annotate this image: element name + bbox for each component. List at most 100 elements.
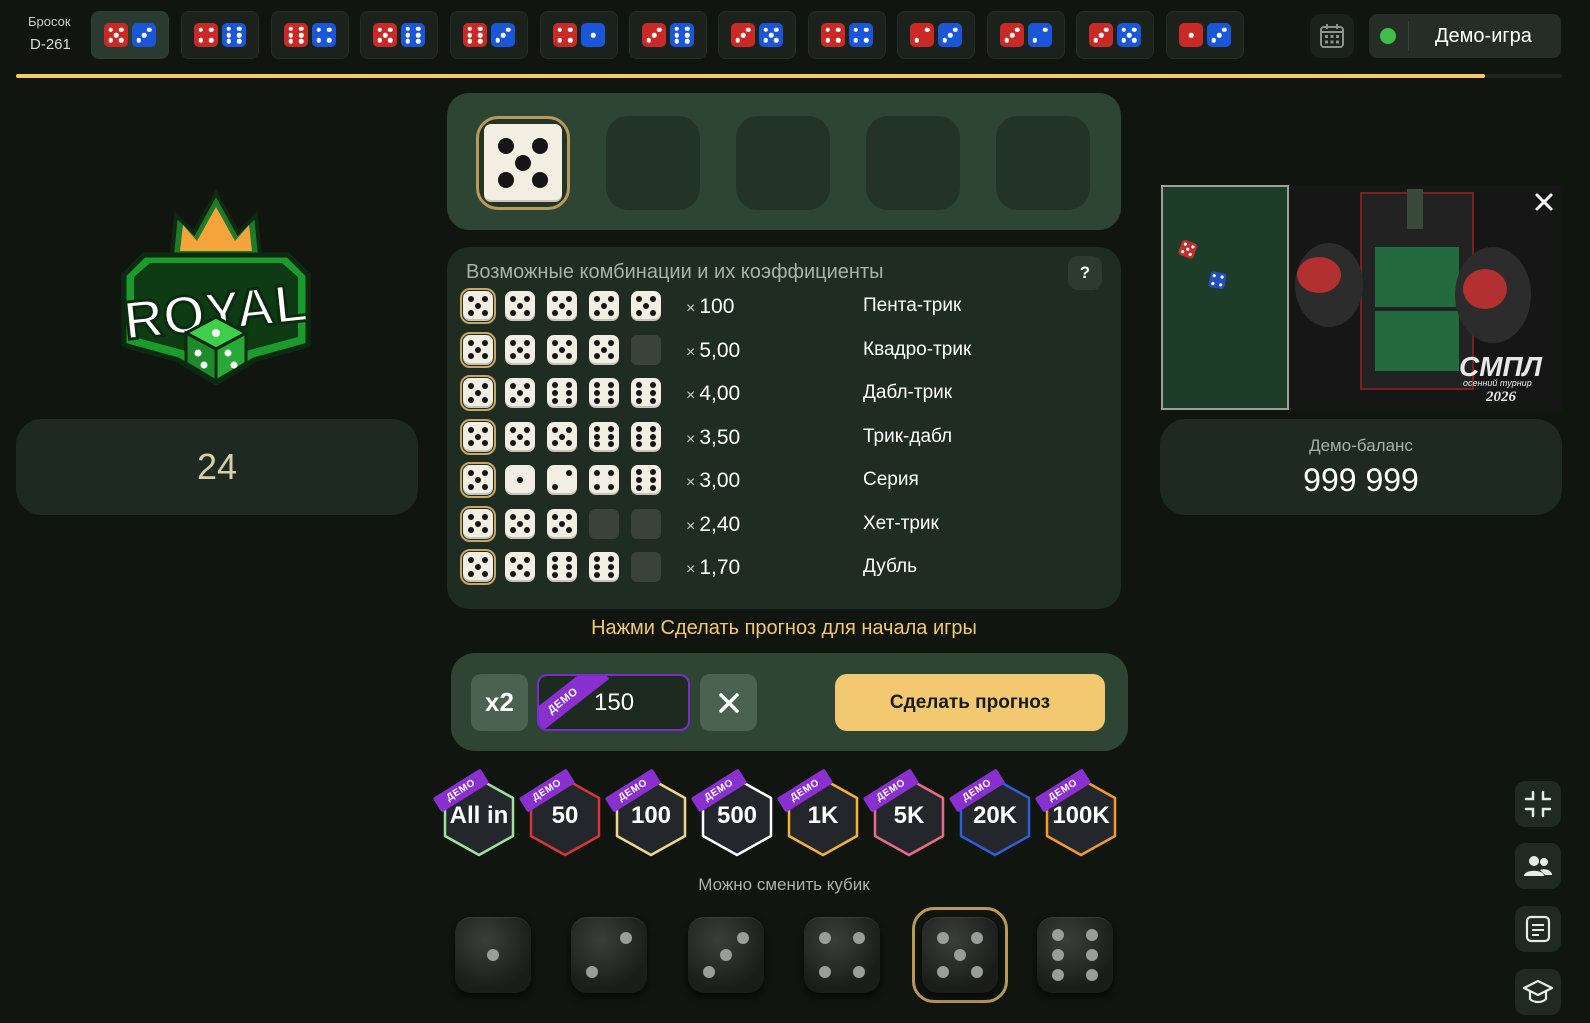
help-button[interactable]: ?	[1068, 256, 1102, 290]
rules-button[interactable]	[1515, 906, 1561, 952]
history-roll[interactable]	[808, 11, 886, 59]
collapse-icon	[1524, 790, 1552, 818]
die-face-6	[547, 552, 577, 582]
die-face-5	[589, 334, 619, 365]
die-face-5	[460, 375, 496, 411]
clear-bet-button[interactable]	[700, 674, 757, 731]
bet-amount-field[interactable]: ДЕМО	[537, 674, 690, 731]
red-die-icon	[1179, 23, 1203, 47]
video-year: 2026	[1486, 389, 1516, 405]
blue-die-icon	[581, 23, 605, 47]
die-option-3[interactable]	[688, 917, 764, 993]
empty-slot	[866, 116, 960, 210]
blue-die-icon	[312, 23, 336, 47]
times-icon: ×	[686, 387, 696, 404]
die-face-5	[460, 331, 496, 368]
bet-amount-input[interactable]	[539, 676, 688, 729]
die-face-6	[589, 378, 619, 408]
double-bet-button[interactable]: x2	[471, 674, 528, 731]
die-face-5	[547, 291, 577, 321]
die-face-6	[589, 421, 619, 452]
bet-chip[interactable]: ДЕМО 50	[518, 768, 603, 858]
graduation-cap-icon	[1522, 979, 1554, 1004]
bet-chip[interactable]: ДЕМО 100	[604, 768, 689, 858]
history-roll[interactable]	[629, 11, 707, 59]
calendar-button[interactable]	[1310, 14, 1354, 58]
multiplier-value: 3,50	[699, 425, 741, 449]
divider	[1408, 21, 1409, 51]
die-face-5	[505, 334, 535, 365]
blue-die-icon	[759, 23, 783, 47]
times-icon: ×	[686, 343, 696, 361]
multiplier-value: 1,70	[699, 556, 741, 579]
royal-logo: ROYAL	[114, 185, 318, 386]
combination-multiplier: × 1,70	[686, 556, 740, 580]
bet-chip[interactable]: ДЕМО 1K	[776, 768, 861, 858]
empty-slot	[606, 116, 700, 210]
history-roll[interactable]	[897, 11, 975, 59]
history-roll[interactable]	[91, 11, 169, 59]
combination-multiplier: × 100	[686, 295, 734, 319]
die-face-5	[589, 291, 619, 321]
bet-chip[interactable]: ДЕМО 5K	[862, 768, 947, 858]
empty-die-slot	[631, 508, 661, 539]
empty-slot	[736, 116, 830, 210]
times-icon: ×	[686, 561, 696, 578]
chip-value: All in	[449, 802, 509, 829]
tutorial-button[interactable]	[1515, 969, 1561, 1015]
combination-name: Дубль	[863, 556, 918, 577]
blue-die-icon	[222, 23, 246, 47]
history-roll[interactable]	[540, 11, 618, 59]
round-progress-bar	[16, 74, 1562, 78]
die-face-6	[547, 378, 577, 408]
bet-chip[interactable]: ДЕМО 100K	[1034, 768, 1119, 858]
die-face-4	[589, 465, 619, 495]
bet-chip[interactable]: ДЕМО 500	[690, 768, 775, 858]
die-option-6[interactable]	[1037, 917, 1113, 993]
start-hint: Нажми Сделать прогноз для начала игры	[591, 617, 977, 639]
history-roll[interactable]	[450, 11, 528, 59]
die-face-6	[1037, 917, 1113, 993]
bet-chip[interactable]: ДЕМО All in	[432, 768, 517, 858]
multiplier-value: 3,00	[699, 469, 741, 492]
die-face-5	[460, 549, 496, 585]
combination-name: Пента-трик	[863, 295, 962, 316]
history-roll[interactable]	[271, 11, 349, 59]
combinations-title: Возможные комбинации и их коэффициенты	[466, 261, 884, 283]
red-die-icon	[553, 23, 577, 47]
demo-game-button[interactable]: Демо-игра	[1369, 14, 1561, 58]
die-face-5	[484, 124, 562, 202]
chip-value: 50	[551, 802, 579, 829]
history-roll[interactable]	[1076, 11, 1154, 59]
history-roll[interactable]	[360, 11, 438, 59]
users-icon	[1524, 856, 1552, 876]
calendar-icon	[1320, 24, 1344, 48]
bet-chip[interactable]: ДЕМО 20K	[948, 768, 1033, 858]
die-option-2[interactable]	[571, 917, 647, 993]
make-prediction-button[interactable]: Сделать прогноз	[835, 674, 1105, 731]
blue-die-icon	[1028, 23, 1052, 47]
video-stream[interactable]: СМПЛ осенний турнир 2026	[1161, 185, 1562, 410]
rolled-die-slot	[476, 116, 570, 210]
combination-row: × 1,70 Дубль	[460, 549, 1103, 586]
collapse-button[interactable]	[1515, 781, 1561, 827]
players-button[interactable]	[1515, 843, 1561, 889]
combination-multiplier: × 4,00	[686, 382, 740, 406]
chip-value: 100	[630, 802, 672, 829]
history-roll[interactable]	[718, 11, 796, 59]
history-roll[interactable]	[181, 11, 259, 59]
combination-name: Хет-трик	[863, 512, 939, 534]
die-option-5[interactable]	[912, 907, 1008, 1003]
balance-value: 999 999	[1303, 462, 1419, 498]
history-roll[interactable]	[1166, 11, 1244, 59]
red-die-icon	[821, 23, 845, 47]
die-option-4[interactable]	[804, 917, 880, 993]
combination-row: × 4,00 Дабл-трик	[460, 375, 1103, 412]
die-face-5	[505, 421, 535, 452]
close-video-button[interactable]	[1533, 193, 1555, 215]
blue-die-icon	[1207, 23, 1231, 47]
die-option-1[interactable]	[455, 917, 531, 993]
video-subtitle: осенний турнир	[1463, 378, 1532, 388]
die-face-5	[922, 917, 998, 993]
history-roll[interactable]	[987, 11, 1065, 59]
